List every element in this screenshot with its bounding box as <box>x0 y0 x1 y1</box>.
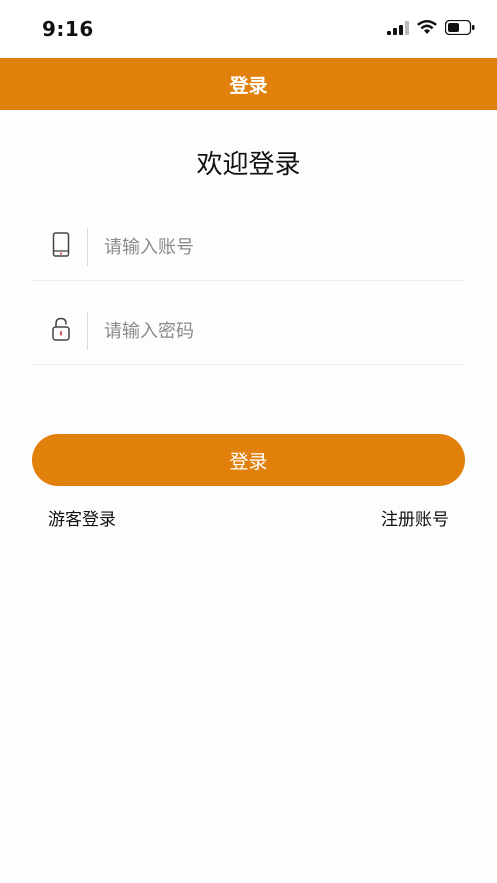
status-time: 9:16 <box>42 17 94 41</box>
guest-login-link[interactable]: 游客登录 <box>48 505 116 530</box>
nav-header: 登录 <box>0 58 497 110</box>
lock-icon <box>52 317 70 341</box>
wifi-icon <box>417 20 437 34</box>
welcome-heading: 欢迎登录 <box>196 150 301 180</box>
account-field-row <box>32 220 465 281</box>
account-input[interactable] <box>104 229 454 265</box>
phone-icon <box>52 232 70 257</box>
battery-icon <box>445 20 475 35</box>
login-button[interactable]: 登录 <box>32 434 465 486</box>
status-icons <box>387 20 475 35</box>
password-input[interactable] <box>104 313 454 349</box>
password-field-row <box>32 304 465 365</box>
field-divider <box>87 312 88 350</box>
signal-icon <box>387 20 409 35</box>
field-divider <box>87 228 88 266</box>
status-bar: 9:16 <box>0 0 497 58</box>
register-link[interactable]: 注册账号 <box>381 505 449 530</box>
page-title: 登录 <box>229 74 268 97</box>
login-screen: 9:16 登录 欢迎登录 请输入账号 登录 游客登录 注册账号 <box>0 0 497 883</box>
